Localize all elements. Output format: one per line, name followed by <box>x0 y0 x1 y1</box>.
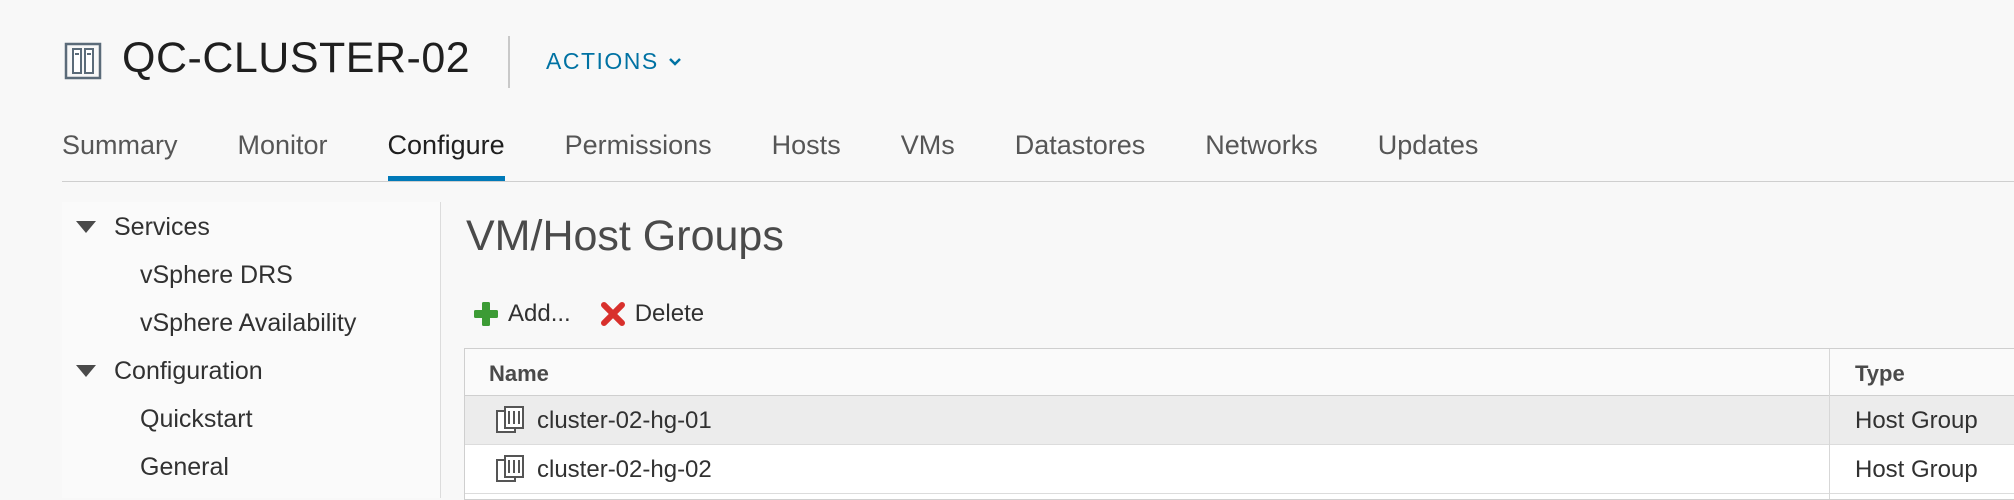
configure-nav-tree: Services vSphere DRS vSphere Availabilit… <box>62 202 440 498</box>
add-button[interactable]: Add... <box>472 300 571 328</box>
tree-group-configuration[interactable]: Configuration <box>62 351 440 391</box>
tree-group-label: Configuration <box>114 357 263 385</box>
tab-hosts[interactable]: Hosts <box>772 126 841 182</box>
chevron-down-icon <box>668 57 681 66</box>
tree-item-label: Quickstart <box>140 405 253 433</box>
host-group-icon <box>496 455 524 482</box>
tab-monitor[interactable]: Monitor <box>238 126 328 182</box>
cluster-icon <box>64 42 102 80</box>
tab-bar: Summary Monitor Configure Permissions Ho… <box>62 126 1538 182</box>
add-icon <box>474 302 498 326</box>
tab-summary[interactable]: Summary <box>62 126 178 182</box>
tab-networks[interactable]: Networks <box>1205 126 1318 182</box>
tree-item-label: General <box>140 453 229 481</box>
panel-title: VM/Host Groups <box>466 212 784 260</box>
column-resize-handle[interactable] <box>1829 349 1830 499</box>
page-header: QC-CLUSTER-02 ACTIONS <box>0 0 2014 130</box>
row-name: cluster-02-hg-02 <box>537 456 712 483</box>
add-button-label: Add... <box>508 300 571 327</box>
tree-group-services[interactable]: Services <box>62 207 440 247</box>
caret-down-icon[interactable] <box>76 221 96 233</box>
row-name: cluster-02-hg-01 <box>537 407 712 434</box>
actions-menu-button[interactable]: ACTIONS <box>546 48 683 75</box>
tree-item-vsphere-drs[interactable]: vSphere DRS <box>62 255 440 295</box>
actions-label: ACTIONS <box>546 48 659 74</box>
tree-item-label: vSphere Availability <box>140 309 357 337</box>
table-row[interactable]: cluster-02-hg-02 Host Group <box>465 445 2014 494</box>
nav-divider[interactable] <box>440 202 441 498</box>
row-type: Host Group <box>1855 407 1978 434</box>
table-row[interactable]: cluster-02-hg-01 Host Group <box>465 396 2014 445</box>
vm-host-groups-table: Name Type cluster-02-hg-01 Host Group cl… <box>464 348 2014 500</box>
panel-toolbar: Add... Delete <box>472 296 732 332</box>
tree-item-general[interactable]: General <box>62 447 440 487</box>
tree-group-label: Services <box>114 213 210 241</box>
row-type: Host Group <box>1855 456 1978 483</box>
tab-configure[interactable]: Configure <box>387 126 505 182</box>
tab-datastores[interactable]: Datastores <box>1015 126 1146 182</box>
tab-permissions[interactable]: Permissions <box>565 126 712 182</box>
host-group-icon <box>496 406 524 433</box>
delete-icon <box>600 302 625 326</box>
tab-updates[interactable]: Updates <box>1378 126 1479 182</box>
tree-item-label: vSphere DRS <box>140 261 293 289</box>
column-header-name[interactable]: Name <box>489 361 549 387</box>
page-title: QC-CLUSTER-02 <box>122 34 471 82</box>
tree-item-quickstart[interactable]: Quickstart <box>62 399 440 439</box>
tab-vms[interactable]: VMs <box>901 126 955 182</box>
title-divider <box>508 36 510 88</box>
caret-down-icon[interactable] <box>76 365 96 377</box>
delete-button[interactable]: Delete <box>599 300 704 328</box>
delete-button-label: Delete <box>634 300 705 327</box>
tree-item-vsphere-availability[interactable]: vSphere Availability <box>62 303 440 343</box>
table-header: Name Type <box>465 349 2014 396</box>
tab-bar-divider <box>62 181 2014 182</box>
column-header-type[interactable]: Type <box>1855 361 1905 387</box>
